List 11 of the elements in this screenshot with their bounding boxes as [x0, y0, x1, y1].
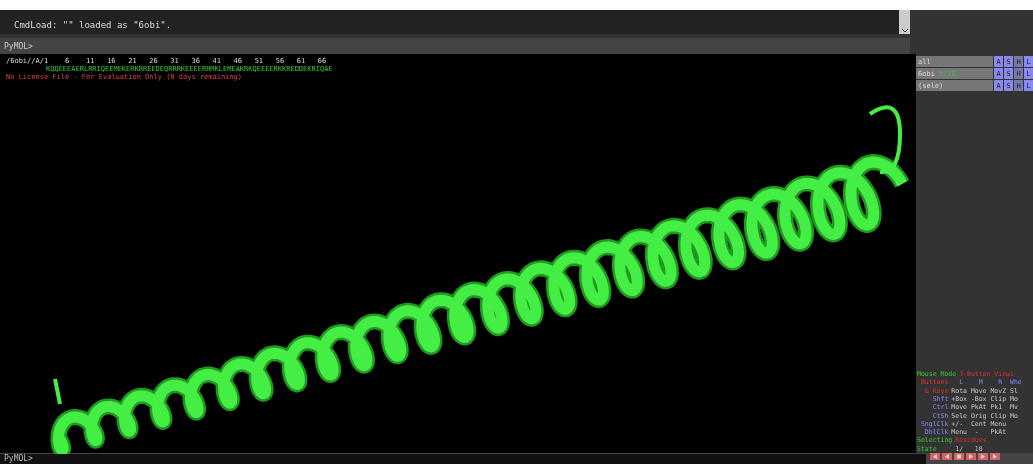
playback-button[interactable] — [954, 453, 964, 460]
playback-button[interactable] — [930, 453, 940, 460]
playback-button[interactable] — [990, 453, 1000, 460]
command-field[interactable]: PyMOL> — [0, 38, 910, 54]
scroll-down-button[interactable] — [899, 10, 910, 34]
bottom-prompt[interactable]: PyMOL> — [0, 453, 926, 464]
chevron-down-icon — [900, 28, 909, 34]
output-line: CmdLoad: "" loaded as "6obi". — [14, 20, 172, 30]
playback-button[interactable] — [966, 453, 976, 460]
playback-button[interactable] — [942, 453, 952, 460]
playback-button[interactable] — [978, 453, 988, 460]
